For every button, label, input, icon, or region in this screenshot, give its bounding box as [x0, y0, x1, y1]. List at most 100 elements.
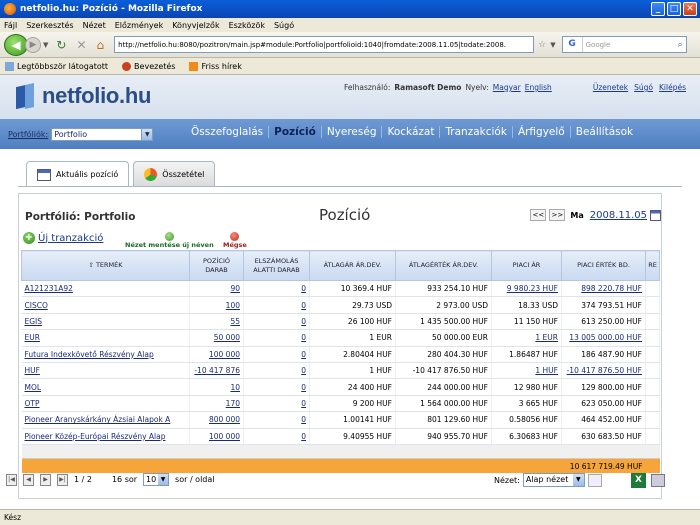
product-link[interactable]: HUF — [25, 366, 40, 375]
table-row[interactable]: CISCO 100 0 29.73 USD 2 973.00 USD 18.33 USD 3… — [21, 296, 660, 314]
product-link[interactable]: Pioneer Közép-Európai Részvény Alap — [25, 432, 166, 441]
tab-price-watch[interactable]: Árfigyelő — [513, 126, 571, 138]
product-link[interactable]: OTP — [25, 399, 40, 408]
column-header-position[interactable]: POZÍCIÓ DARAB — [189, 250, 244, 281]
pending-link[interactable]: 0 — [301, 383, 306, 392]
table-row[interactable]: OTP 170 0 9 200 HUF 1 564 000.00 HUF 3 665 HU… — [21, 395, 660, 413]
tab-profit[interactable]: Nyereség — [322, 126, 383, 138]
bookmark-star-icon[interactable]: ☆ — [538, 40, 546, 50]
search-icon[interactable]: ⌕ — [678, 40, 683, 50]
messages-link[interactable]: Üzenetek — [593, 83, 628, 92]
maximize-button[interactable]: □ — [667, 2, 681, 16]
pending-link[interactable]: 0 — [301, 415, 306, 424]
pending-link[interactable]: 0 — [301, 432, 306, 441]
market-price-link[interactable]: 1 EUR — [535, 333, 558, 342]
home-icon[interactable]: ⌂ — [97, 38, 105, 52]
column-header-pending[interactable]: ELSZÁMOLÁS ALATTI DARAB — [243, 250, 310, 281]
view-select[interactable]: Alap nézet ▼ — [522, 473, 585, 487]
pending-link[interactable]: 0 — [301, 301, 306, 310]
history-dropdown-icon[interactable]: ▼ — [43, 41, 48, 49]
product-link[interactable]: EUR — [25, 333, 40, 342]
bookmark-most-visited[interactable]: Legtöbbször látogatott — [5, 61, 108, 71]
market-price-link[interactable]: 9 980.23 HUF — [507, 284, 558, 293]
product-link[interactable]: CISCO — [25, 301, 48, 310]
menu-view[interactable]: Nézet — [83, 21, 106, 30]
next-page-button[interactable]: ▶ — [40, 473, 51, 486]
menu-help[interactable]: Súgó — [274, 21, 294, 30]
menu-file[interactable]: Fájl — [4, 21, 17, 30]
product-link[interactable]: Futura Indexkövető Részvény Alap — [25, 350, 154, 359]
table-row[interactable]: Pioneer Közép-Európai Részvény Alap 100 0… — [21, 428, 660, 445]
column-header-more[interactable]: RE — [645, 250, 660, 281]
pending-link[interactable]: 0 — [301, 350, 306, 359]
first-page-button[interactable]: |◀ — [6, 473, 17, 486]
column-header-avg-value[interactable]: ÁTLAGÉRTÉK ÁR.DEV. — [395, 250, 492, 281]
position-link[interactable]: 100 000 — [209, 350, 240, 359]
next-date-button[interactable]: >> — [549, 209, 566, 221]
table-row[interactable]: HUF -10 417 876 0 1 HUF -10 417 876.50 HUF 1 … — [21, 362, 660, 380]
position-link[interactable]: 800 000 — [209, 415, 240, 424]
logout-link[interactable]: Kilépés — [659, 83, 686, 92]
previous-page-button[interactable]: ◀ — [23, 473, 34, 486]
new-transaction-link[interactable]: Új tranzakció — [38, 233, 103, 244]
menu-bookmarks[interactable]: Könyvjelzők — [172, 21, 219, 30]
position-link[interactable]: 100 000 — [209, 432, 240, 441]
url-dropdown-icon[interactable]: ▼ — [550, 41, 555, 49]
last-page-button[interactable]: ▶| — [57, 473, 68, 486]
menu-history[interactable]: Előzmények — [115, 21, 163, 30]
pending-link[interactable]: 0 — [301, 317, 306, 326]
tab-composition[interactable]: Összetétel — [133, 161, 216, 186]
pending-link[interactable]: 0 — [301, 399, 306, 408]
save-view-button[interactable]: Nézet mentése új néven — [125, 232, 214, 249]
pending-link[interactable]: 0 — [301, 284, 306, 293]
market-value-link[interactable]: 898 220.78 HUF — [581, 284, 642, 293]
close-button[interactable]: ✕ — [683, 2, 697, 16]
tab-position[interactable]: Pozíció — [269, 126, 322, 138]
market-price-link[interactable]: 1 HUF — [535, 366, 558, 375]
position-link[interactable]: -10 417 876 — [194, 366, 240, 375]
tab-summary[interactable]: Összefoglalás — [186, 126, 270, 138]
tab-settings[interactable]: Beállítások — [571, 126, 638, 138]
print-icon[interactable] — [651, 474, 665, 487]
url-bar[interactable]: http://netfolio.hu:8080/pozitron/main.js… — [0, 36, 535, 118]
pending-link[interactable]: 0 — [301, 333, 306, 342]
minimize-button[interactable]: _ — [651, 2, 665, 16]
bookmark-getting-started[interactable]: Bevezetés — [122, 61, 175, 71]
edit-view-icon[interactable] — [587, 473, 602, 487]
excel-export-icon[interactable]: X — [631, 473, 646, 488]
table-row[interactable]: Futura Indexkövető Részvény Alap 100 000 0… — [21, 346, 660, 363]
portfolio-label[interactable]: Portfóliók: — [8, 130, 48, 139]
position-link[interactable]: 170 — [226, 399, 240, 408]
product-link[interactable]: A121231A92 — [25, 284, 73, 293]
column-header-market-value[interactable]: PIACI ÉRTÉK BD. — [561, 250, 646, 281]
new-transaction[interactable]: + Új tranzakció — [23, 232, 103, 244]
date-link[interactable]: 2008.11.05 — [590, 210, 647, 221]
language-hungarian-link[interactable]: Magyar — [493, 83, 521, 92]
column-header-product[interactable]: ⇧ TERMÉK — [21, 250, 190, 281]
google-icon[interactable]: G — [563, 37, 583, 52]
position-link[interactable]: 55 — [230, 317, 240, 326]
tab-transactions[interactable]: Tranzakciók — [440, 126, 513, 138]
table-row[interactable]: Pioneer Aranyskárkány Ázsiai Alapok A 800… — [21, 411, 660, 429]
stop-icon[interactable]: ✕ — [76, 38, 86, 52]
rows-per-page-select[interactable]: 10 ▼ — [143, 473, 170, 486]
forward-button[interactable]: ▶ — [25, 36, 41, 53]
table-row[interactable]: A121231A92 90 0 10 369.4 HUF 933 254.10 HUF 9… — [21, 280, 660, 298]
calendar-picker-icon[interactable] — [650, 209, 661, 221]
help-link[interactable]: Súgó — [634, 83, 653, 92]
site-logo[interactable]: netfolio.hu — [16, 82, 151, 110]
menu-tools[interactable]: Eszközök — [229, 21, 265, 30]
position-link[interactable]: 50 000 — [214, 333, 240, 342]
position-link[interactable]: 90 — [230, 284, 240, 293]
search-box[interactable]: G Google ⌕ — [561, 36, 687, 53]
language-english-link[interactable]: English — [525, 83, 552, 92]
chevron-down-icon[interactable]: ▼ — [158, 474, 169, 485]
today-button[interactable]: Ma — [570, 211, 583, 220]
bookmark-latest-headlines[interactable]: Friss hírek — [189, 61, 242, 71]
tab-current-position[interactable]: Aktuális pozíció — [26, 161, 130, 187]
position-link[interactable]: 10 — [230, 383, 240, 392]
previous-date-button[interactable]: << — [530, 209, 547, 221]
product-link[interactable]: Pioneer Aranyskárkány Ázsiai Alapok A — [25, 415, 171, 424]
pending-link[interactable]: 0 — [301, 366, 306, 375]
table-row[interactable]: EGIS 55 0 26 100 HUF 1 435 500.00 HUF 11 150 … — [21, 313, 660, 331]
